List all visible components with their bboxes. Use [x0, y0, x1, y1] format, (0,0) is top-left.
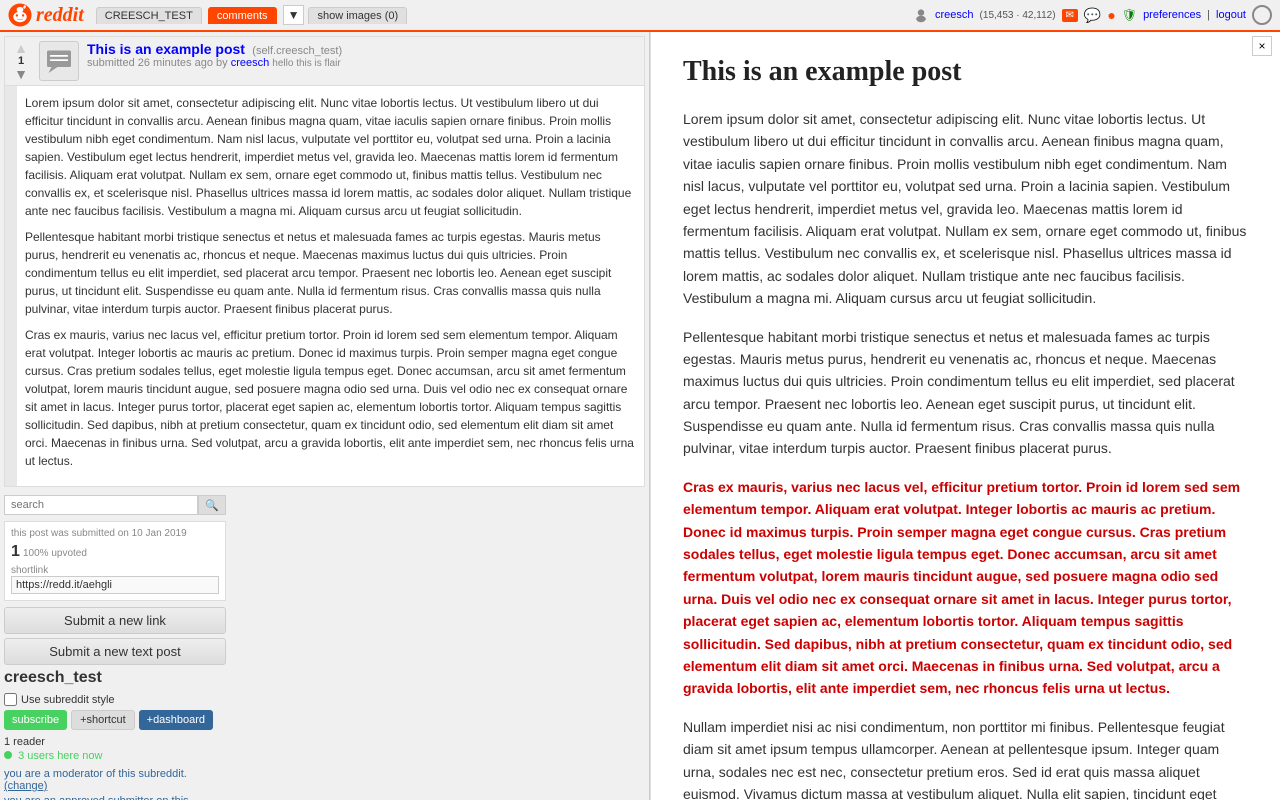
subscribe-buttons: subscribe +shortcut +dashboard	[4, 710, 226, 730]
post-area: ▲ 1 ▼ This is an example post (self.cree…	[4, 36, 645, 487]
preview-paragraph-2: Pellentesque habitant morbi tristique se…	[683, 326, 1248, 460]
filter-icon[interactable]: ▼	[283, 5, 305, 25]
comments-tab[interactable]: comments	[208, 7, 277, 24]
post-content: Lorem ipsum dolor sit amet, consectetur …	[5, 86, 644, 486]
online-count-text: 3 users here now	[18, 750, 102, 762]
submit-text-button[interactable]: Submit a new text post	[4, 638, 226, 665]
post-header: ▲ 1 ▼ This is an example post (self.cree…	[5, 37, 644, 86]
username[interactable]: creesch	[935, 9, 974, 21]
mail-icon[interactable]: ✉	[1062, 9, 1078, 22]
post-author[interactable]: creesch	[231, 57, 270, 69]
header-right: creesch (15,453 · 42,112) ✉ 💬 ● 🛡 prefer…	[913, 5, 1272, 25]
reader-count: 1 reader	[4, 736, 226, 748]
submit-date: this post was submitted on 10 Jan 2019	[11, 528, 219, 539]
submission-info-box: this post was submitted on 10 Jan 2019 1…	[4, 521, 226, 601]
reddit-icon-small: ●	[1107, 7, 1115, 23]
preview-paragraph-4: Nullam imperdiet nisi ac nisi condimentu…	[683, 716, 1248, 800]
post-meta: submitted 26 minutes ago by creesch hell…	[87, 57, 638, 69]
points-count: 1	[11, 543, 20, 560]
post-paragraph-3: Cras ex mauris, varius nec lacus vel, ef…	[25, 326, 636, 470]
submit-link-button[interactable]: Submit a new link	[4, 607, 226, 634]
mod-mail-icon[interactable]: 💬	[1084, 7, 1101, 24]
post-comment-icon	[39, 41, 79, 81]
post-sidebar-bar	[5, 86, 17, 486]
main-layout: ▲ 1 ▼ This is an example post (self.cree…	[0, 32, 1280, 800]
show-images-tab[interactable]: show images (0)	[308, 7, 407, 24]
preview-panel: This is an example post Lorem ipsum dolo…	[650, 32, 1280, 800]
shield-icon: 🛡	[1122, 8, 1137, 22]
post-domain: (self.creesch_test)	[252, 45, 342, 57]
subreddit-name-header: creesch_test	[4, 669, 226, 687]
left-panel: ▲ 1 ▼ This is an example post (self.cree…	[0, 32, 650, 800]
upvoted-pct: 100% upvoted	[23, 548, 87, 559]
post-paragraph-1: Lorem ipsum dolor sit amet, consectetur …	[25, 94, 636, 220]
post-flair: hello this is flair	[272, 58, 340, 69]
subreddit-tab[interactable]: CREESCH_TEST	[96, 7, 202, 24]
reddit-logo: reddit	[8, 3, 84, 27]
reddit-wordmark: reddit	[36, 4, 84, 27]
downvote-button[interactable]: ▼	[14, 67, 28, 81]
shortlink-url[interactable]: https://redd.it/aehgli	[11, 576, 219, 594]
subscribe-button[interactable]: subscribe	[4, 710, 67, 730]
mod-note-2-text: you are an approved submitter on this su…	[4, 795, 189, 800]
mod-note-2: you are an approved submitter on this su…	[4, 795, 226, 800]
use-style-label: Use subreddit style	[21, 694, 115, 706]
shortcut-button[interactable]: +shortcut	[71, 710, 135, 730]
preview-title: This is an example post	[683, 56, 1248, 88]
use-style-row: Use subreddit style	[4, 693, 226, 706]
mod-note-1: you are a moderator of this subreddit. (…	[4, 768, 226, 792]
post-info: This is an example post (self.creesch_te…	[87, 41, 638, 81]
online-dot	[4, 751, 12, 759]
subreddit-sidebar: 🔍 this post was submitted on 10 Jan 2019…	[0, 491, 230, 800]
upvote-button[interactable]: ▲	[14, 41, 28, 55]
user-icon	[913, 7, 929, 23]
night-mode-icon[interactable]	[1252, 5, 1272, 25]
post-text: Lorem ipsum dolor sit amet, consectetur …	[17, 86, 644, 486]
search-input[interactable]	[4, 495, 198, 515]
shortlink-label: shortlink	[11, 565, 219, 576]
post-paragraph-2: Pellentesque habitant morbi tristique se…	[25, 228, 636, 318]
karma-score: (15,453 · 42,112)	[980, 10, 1056, 21]
header-tabs: CREESCH_TEST comments ▼ show images (0)	[96, 5, 409, 25]
logout-link[interactable]: logout	[1216, 9, 1246, 21]
mod-note-1-text: you are a moderator of this subreddit.	[4, 768, 187, 780]
post-title[interactable]: This is an example post	[87, 41, 245, 57]
search-box-container: 🔍	[4, 495, 226, 515]
reddit-alien-icon	[8, 3, 32, 27]
online-count: 3 users here now	[4, 750, 226, 762]
close-preview-button[interactable]: ×	[1252, 36, 1272, 56]
use-style-checkbox[interactable]	[4, 693, 17, 706]
preferences-link[interactable]: preferences	[1143, 9, 1201, 21]
preview-paragraph-3: Cras ex mauris, varius nec lacus vel, ef…	[683, 476, 1248, 700]
preview-paragraph-1: Lorem ipsum dolor sit amet, consectetur …	[683, 108, 1248, 310]
post-meta-text: submitted 26 minutes ago by	[87, 57, 228, 69]
search-button[interactable]: 🔍	[198, 495, 226, 515]
vote-column: ▲ 1 ▼	[11, 41, 31, 81]
dashboard-button[interactable]: +dashboard	[139, 710, 213, 730]
change-link[interactable]: (change)	[4, 780, 47, 792]
header-bar: reddit CREESCH_TEST comments ▼ show imag…	[0, 0, 1280, 32]
